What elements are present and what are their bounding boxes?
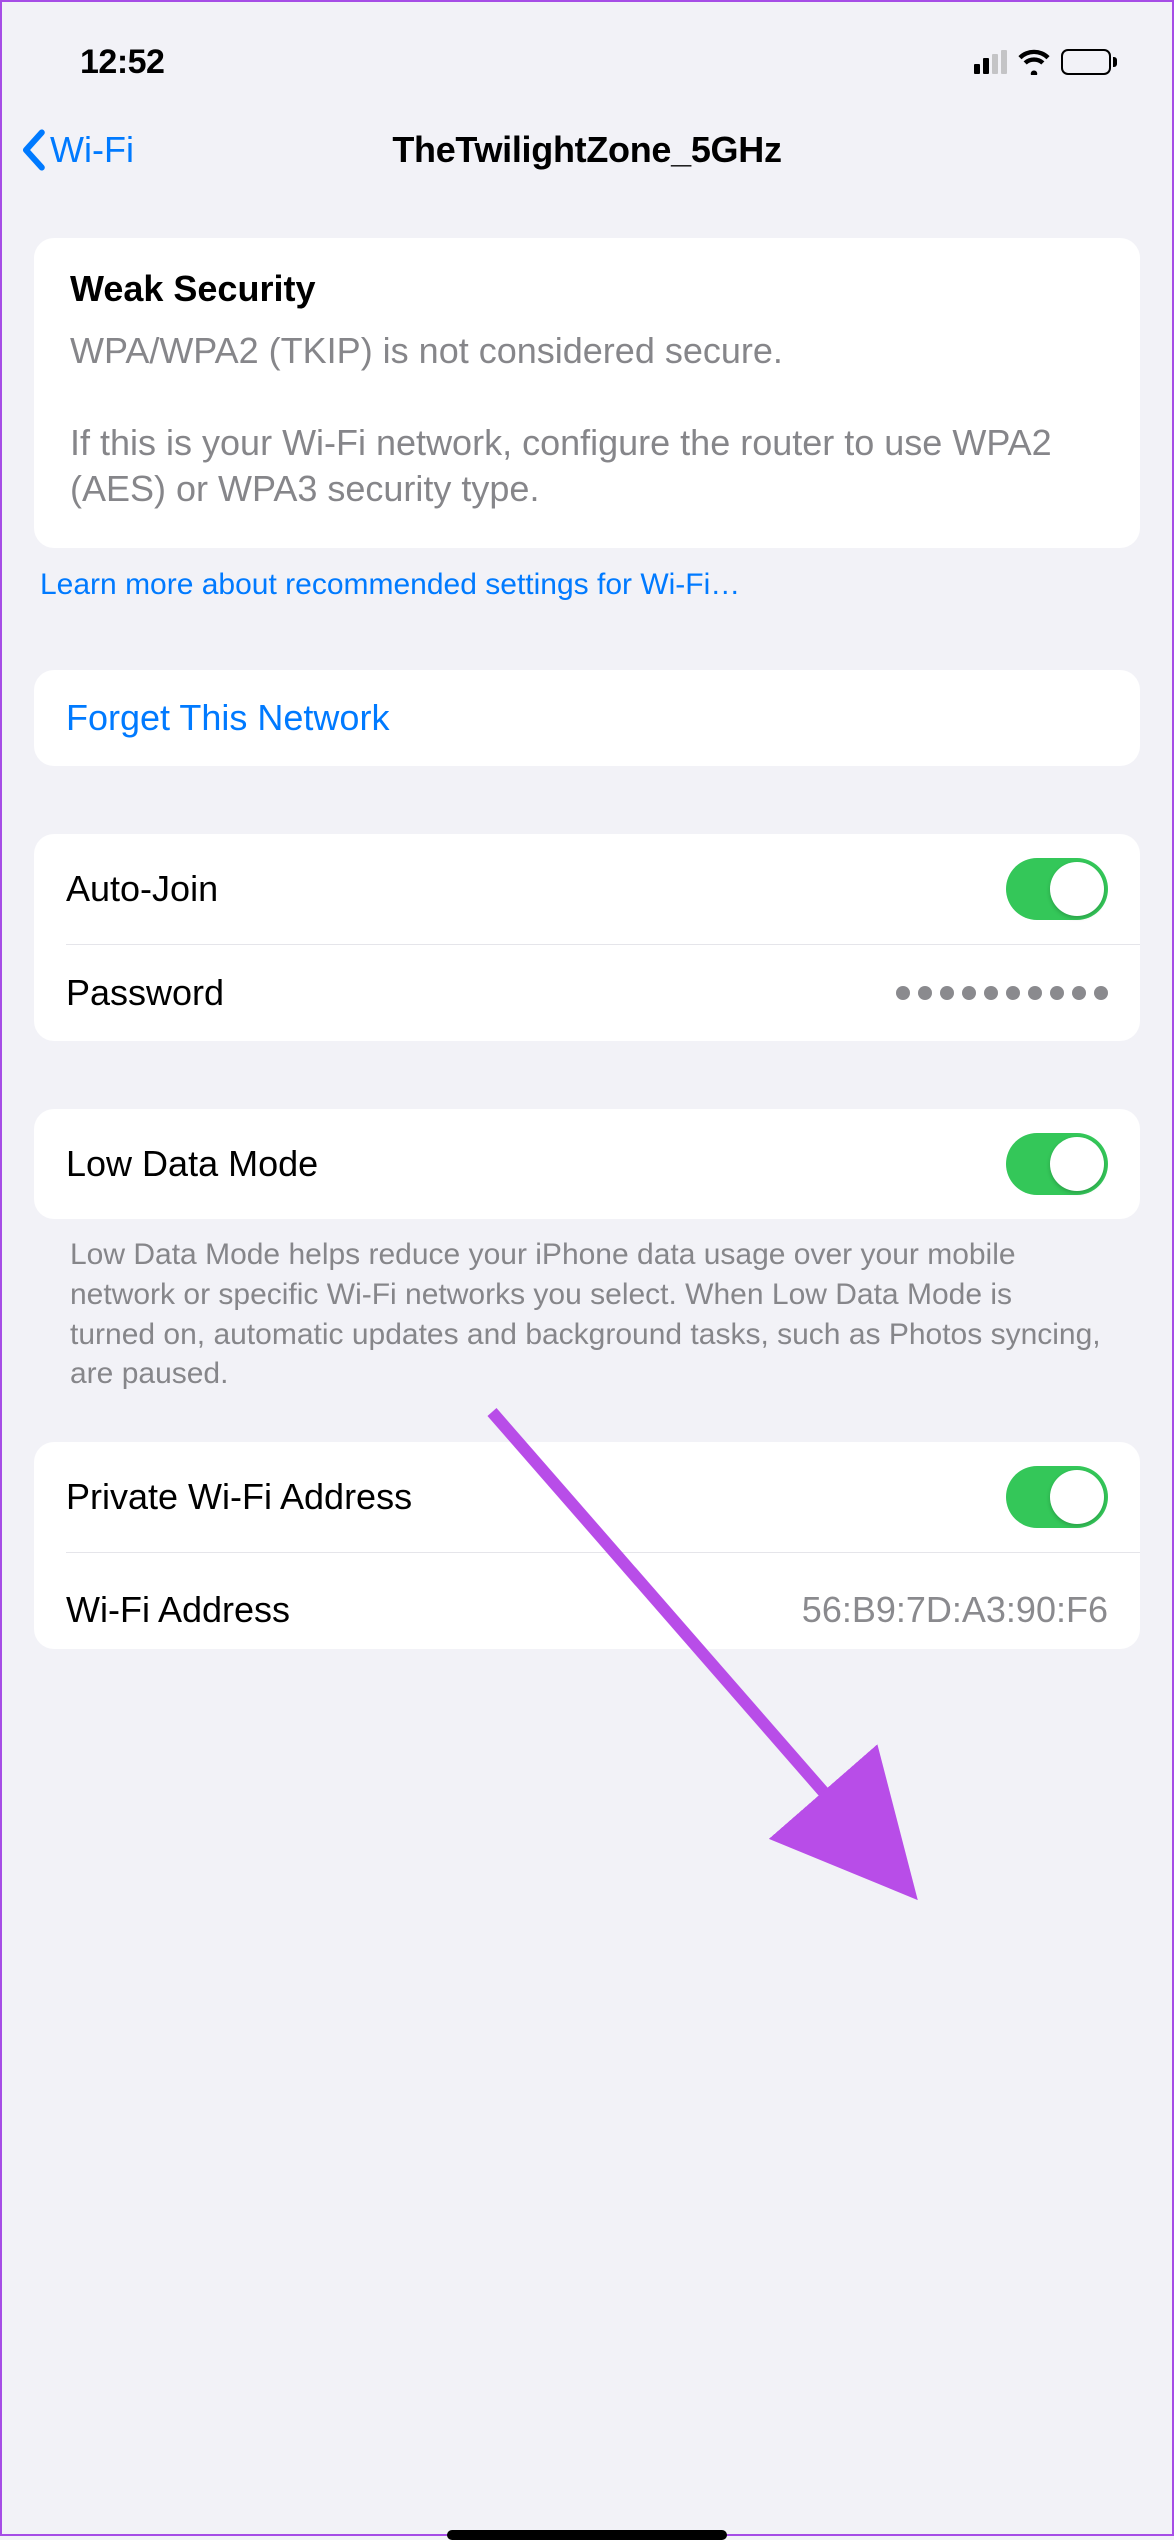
low-data-mode-note: Low Data Mode helps reduce your iPhone d…: [34, 1219, 1140, 1393]
low-data-mode-group: Low Data Mode: [34, 1109, 1140, 1219]
address-settings-group: Private Wi-Fi Address Wi-Fi Address 56:B…: [34, 1442, 1140, 1649]
security-warning-card: Weak Security WPA/WPA2 (TKIP) is not con…: [34, 238, 1140, 548]
forget-network-button[interactable]: Forget This Network: [34, 670, 1140, 766]
private-wifi-address-label: Private Wi-Fi Address: [66, 1476, 412, 1518]
wifi-icon: [1017, 49, 1051, 75]
private-wifi-address-row: Private Wi-Fi Address: [34, 1442, 1140, 1552]
back-button[interactable]: Wi-Fi: [20, 129, 134, 171]
low-data-mode-row: Low Data Mode: [34, 1109, 1140, 1219]
private-wifi-address-toggle[interactable]: [1006, 1466, 1108, 1528]
low-data-mode-label: Low Data Mode: [66, 1143, 318, 1185]
wifi-address-label: Wi-Fi Address: [66, 1589, 290, 1631]
forget-network-card: Forget This Network: [34, 670, 1140, 766]
home-indicator: [447, 2530, 727, 2540]
battery-icon: [1061, 49, 1117, 75]
auto-join-toggle[interactable]: [1006, 858, 1108, 920]
forget-network-label: Forget This Network: [66, 697, 389, 739]
status-bar: 12:52: [2, 2, 1172, 102]
connection-settings-group: Auto-Join Password: [34, 834, 1140, 1041]
learn-more-link[interactable]: Learn more about recommended settings fo…: [34, 548, 1140, 602]
nav-bar: Wi-Fi TheTwilightZone_5GHz: [2, 102, 1172, 198]
back-label: Wi-Fi: [50, 129, 134, 171]
password-mask: [896, 986, 1108, 1000]
status-time: 12:52: [80, 43, 164, 82]
security-heading: Weak Security: [70, 268, 1104, 310]
auto-join-row: Auto-Join: [34, 834, 1140, 944]
wifi-address-row: Wi-Fi Address 56:B9:7D:A3:90:F6: [34, 1553, 1140, 1649]
page-title: TheTwilightZone_5GHz: [392, 129, 781, 171]
security-body: WPA/WPA2 (TKIP) is not considered secure…: [70, 328, 1104, 512]
cellular-signal-icon: [974, 50, 1007, 74]
chevron-left-icon: [20, 129, 46, 171]
status-icons: [974, 49, 1117, 75]
low-data-mode-toggle[interactable]: [1006, 1133, 1108, 1195]
password-label: Password: [66, 972, 224, 1014]
wifi-address-value: 56:B9:7D:A3:90:F6: [802, 1589, 1108, 1631]
auto-join-label: Auto-Join: [66, 868, 218, 910]
password-row[interactable]: Password: [34, 945, 1140, 1041]
